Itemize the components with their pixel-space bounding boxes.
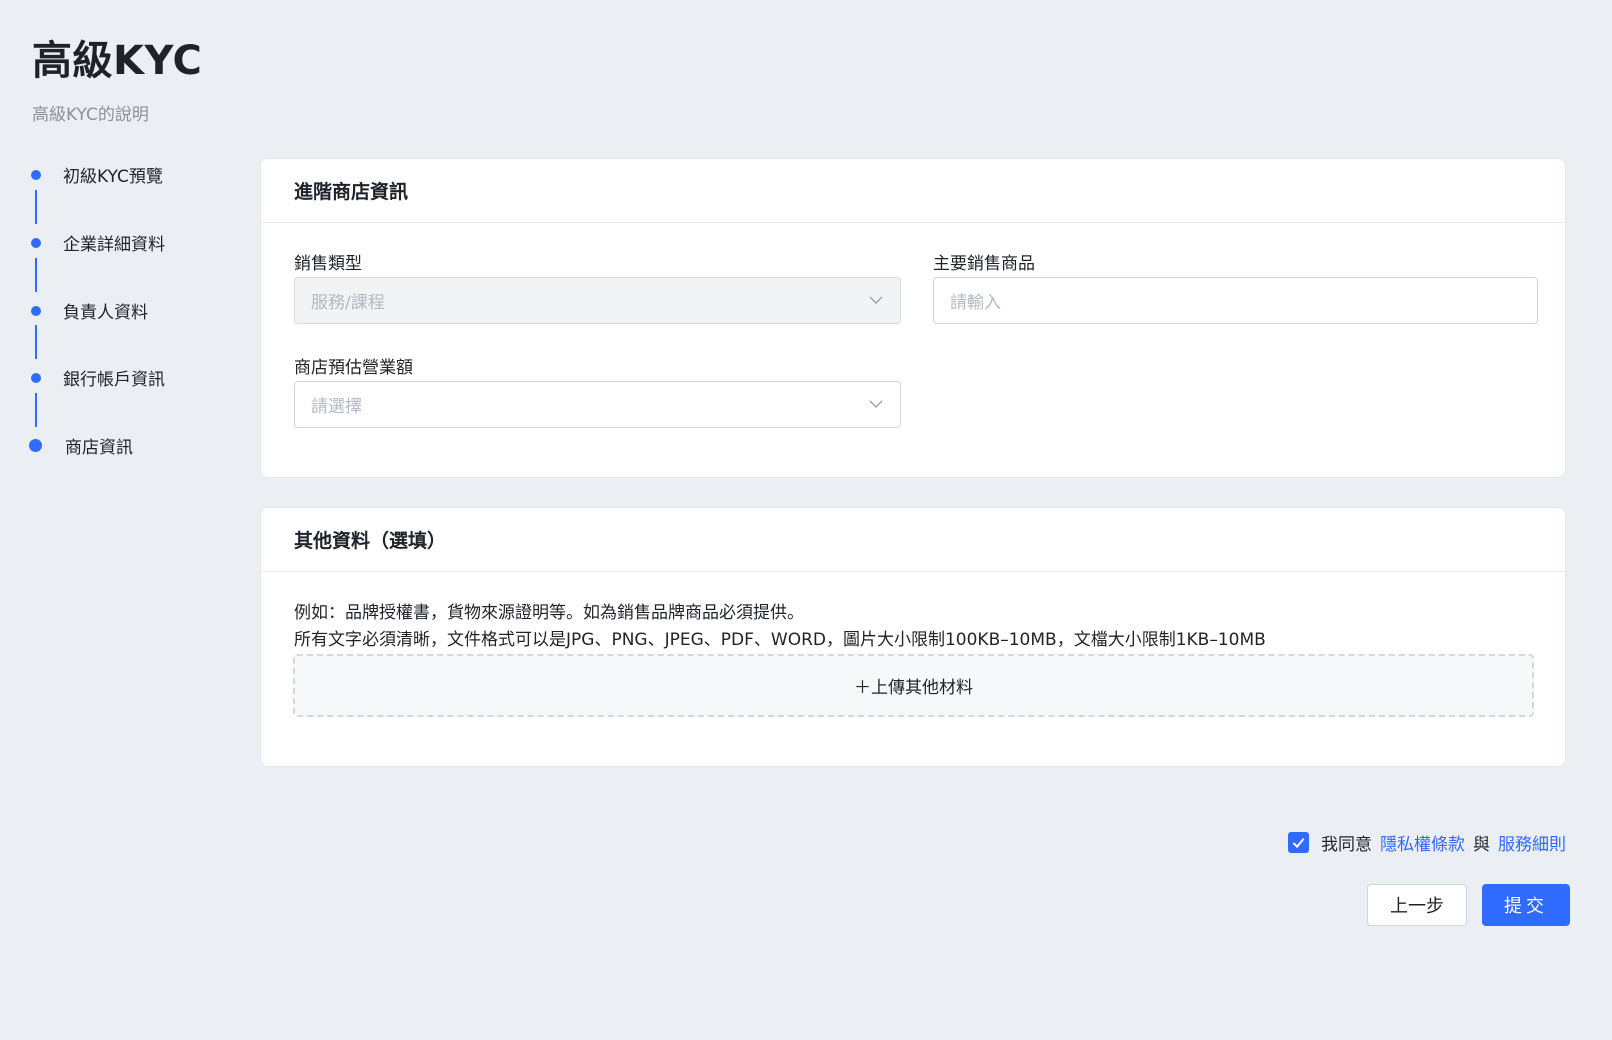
upload-other-materials-button[interactable]: ＋上傳其他材料	[293, 654, 1534, 717]
sales-type-label: 銷售類型	[294, 254, 362, 274]
step-dot-icon	[31, 169, 41, 180]
main-products-placeholder: 請輸入	[950, 293, 1001, 313]
other-info-desc-example: 例如：品牌授權書，貨物來源證明等。如為銷售品牌商品必須提供。	[294, 603, 804, 623]
page-subtitle: 高級KYC的說明	[32, 105, 149, 125]
step-label: 商店資訊	[65, 438, 133, 458]
main-products-label: 主要銷售商品	[933, 254, 1035, 274]
terms-of-service-link[interactable]: 服務細則	[1498, 830, 1566, 855]
step-label: 初級KYC預覽	[63, 167, 163, 187]
step-dot-icon	[31, 372, 41, 383]
kyc-page: 高級KYC 高級KYC的說明 初級KYC預覽 企業詳細資料 負責人資料 銀行帳戶…	[0, 0, 1612, 1040]
other-info-card: 其他資料（選填） 例如：品牌授權書，貨物來源證明等。如為銷售品牌商品必須提供。 …	[260, 507, 1566, 767]
other-info-title: 其他資料（選填）	[261, 508, 1565, 572]
step-representative[interactable]: 負責人資料	[28, 298, 148, 323]
sales-type-select[interactable]: 服務/課程	[294, 277, 901, 324]
step-basic-kyc[interactable]: 初級KYC預覽	[28, 162, 163, 187]
step-bank-account[interactable]: 銀行帳戶資訊	[28, 365, 165, 390]
step-dot-active-icon	[29, 439, 42, 452]
agree-connector: 與	[1473, 835, 1490, 855]
checkmark-icon	[1292, 838, 1305, 849]
step-connector	[35, 190, 37, 224]
agree-checkbox[interactable]	[1288, 832, 1309, 853]
step-connector	[35, 393, 37, 427]
chevron-down-icon	[869, 296, 883, 304]
submit-button[interactable]: 提交	[1482, 884, 1570, 926]
revenue-placeholder: 請選擇	[311, 397, 362, 417]
other-info-desc-format: 所有文字必須清晰，文件格式可以是JPG、PNG、JPEG、PDF、WORD，圖片…	[294, 630, 1266, 650]
step-label: 銀行帳戶資訊	[63, 370, 165, 390]
sales-type-value: 服務/課程	[311, 293, 385, 313]
store-info-card: 進階商店資訊 銷售類型 服務/課程 主要銷售商品 請輸入 商店預估營業額 請選擇	[260, 158, 1566, 478]
upload-label: ＋上傳其他材料	[854, 678, 973, 698]
store-info-title: 進階商店資訊	[261, 159, 1565, 223]
step-dot-icon	[31, 305, 41, 316]
step-connector	[35, 258, 37, 292]
step-connector	[35, 325, 37, 359]
agreement-row: 我同意 隱私權條款 與 服務細則	[1288, 830, 1566, 855]
previous-step-button[interactable]: 上一步	[1367, 884, 1467, 926]
step-dot-icon	[31, 237, 41, 248]
step-label: 負責人資料	[63, 303, 148, 323]
step-company-details[interactable]: 企業詳細資料	[28, 230, 165, 255]
page-title: 高級KYC	[32, 38, 203, 84]
step-label: 企業詳細資料	[63, 235, 165, 255]
revenue-select[interactable]: 請選擇	[294, 381, 901, 428]
agree-prefix: 我同意	[1321, 835, 1372, 855]
step-store-info[interactable]: 商店資訊	[28, 433, 133, 458]
privacy-policy-link[interactable]: 隱私權條款	[1380, 830, 1465, 855]
revenue-label: 商店預估營業額	[294, 358, 413, 378]
chevron-down-icon	[869, 400, 883, 408]
main-products-input[interactable]: 請輸入	[933, 277, 1538, 324]
